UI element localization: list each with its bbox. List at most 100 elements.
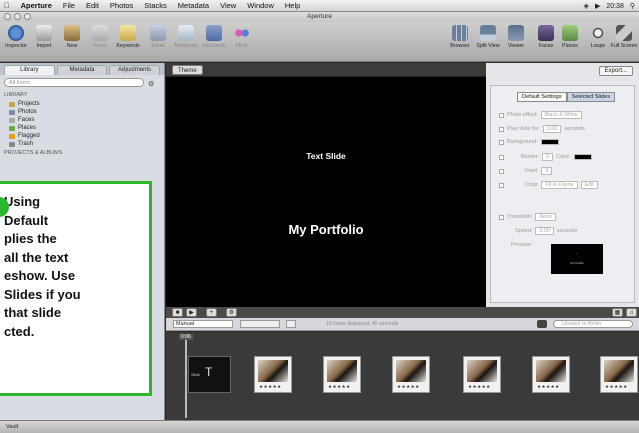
volume-icon[interactable]: ▶ xyxy=(595,2,600,10)
speed-field[interactable]: 3.00 xyxy=(535,227,554,235)
inset-checkbox[interactable] xyxy=(499,168,504,174)
flickr-icon xyxy=(234,25,250,41)
crop-edit-button[interactable]: Edit xyxy=(580,181,598,189)
text-slide-caption: Slide xyxy=(191,372,200,377)
menu-metadata[interactable]: Metadata xyxy=(178,1,209,10)
places-button[interactable]: Places xyxy=(557,25,583,49)
keywords-button[interactable]: Keywords xyxy=(115,25,141,49)
library-search-input[interactable]: All Items xyxy=(4,78,144,87)
email-button[interactable]: Email xyxy=(145,25,171,49)
play-icon[interactable]: ▶ xyxy=(186,308,197,317)
projects-section-header[interactable]: PROJECTS & ALBUMS xyxy=(0,148,164,158)
crop-checkbox[interactable] xyxy=(499,182,504,188)
border-field[interactable]: 0 xyxy=(542,153,553,161)
export-button[interactable]: Export... xyxy=(598,66,633,76)
tab-metadata[interactable]: Metadata xyxy=(56,65,108,75)
photo-thumbnail[interactable]: ★★★★★ xyxy=(532,356,570,393)
browser-view-icon[interactable]: ▦ xyxy=(612,308,623,317)
photo-thumbnail[interactable]: ★★★★★ xyxy=(392,356,430,393)
wifi-icon[interactable]: ◈ xyxy=(584,2,589,10)
library-item-places[interactable]: Places xyxy=(0,124,164,132)
background-checkbox[interactable] xyxy=(499,139,504,145)
menu-file[interactable]: File xyxy=(63,1,75,10)
viewer-button[interactable]: Viewer xyxy=(503,25,529,49)
rating-stars: ★★★★★ xyxy=(259,384,282,389)
filter-icon[interactable] xyxy=(537,320,547,328)
slideshow-viewer: Theme Text Slide My Portfolio xyxy=(166,63,486,307)
tab-adjustments[interactable]: Adjustments xyxy=(109,65,161,75)
photo-thumbnail[interactable]: ★★★★★ xyxy=(254,356,292,393)
full-screen-button[interactable]: Full Screen xyxy=(610,25,638,49)
clock[interactable]: 20:38 xyxy=(606,3,624,10)
spotlight-icon[interactable]: ⚲ xyxy=(630,2,635,10)
playhead[interactable] xyxy=(185,335,187,418)
inspector-button[interactable]: Inspector xyxy=(3,25,29,49)
photo-thumbnail[interactable]: ★★★★★ xyxy=(463,356,501,393)
play-slide-checkbox[interactable] xyxy=(499,126,504,132)
music-icon[interactable]: ♫ xyxy=(626,308,637,317)
facebook-button[interactable]: Facebook xyxy=(201,25,227,49)
minimize-window-button[interactable] xyxy=(14,13,21,20)
apple-menu-icon[interactable]:  xyxy=(4,1,10,10)
vault-label: Vault xyxy=(6,424,19,430)
library-item-projects[interactable]: Projects xyxy=(0,100,164,108)
transition-checkbox[interactable] xyxy=(499,214,504,220)
close-window-button[interactable] xyxy=(4,13,11,20)
faces-button[interactable]: Faces xyxy=(533,25,559,49)
preview-dot: • xyxy=(576,252,578,255)
border-color-well[interactable] xyxy=(573,154,592,160)
default-settings-tab[interactable]: Default Settings xyxy=(517,92,567,102)
new-button[interactable]: New xyxy=(59,25,85,49)
library-section-header[interactable]: LIBRARY xyxy=(0,90,164,100)
loupe-button[interactable]: Loupe xyxy=(585,25,611,49)
library-item-photos[interactable]: Photos xyxy=(0,108,164,116)
flickr-button[interactable]: Flickr xyxy=(229,25,255,49)
border-checkbox[interactable] xyxy=(499,154,504,160)
email-icon xyxy=(150,25,166,41)
transition-select[interactable]: None xyxy=(535,213,557,221)
preview-row: Preview: xyxy=(511,242,533,248)
zoom-window-button[interactable] xyxy=(24,13,31,20)
gear-icon[interactable]: ⚙ xyxy=(148,80,154,88)
text-slide-glyph: T xyxy=(205,365,213,379)
photo-image xyxy=(467,360,497,382)
text-slide-thumbnail[interactable]: T Slide xyxy=(188,356,231,393)
item-count: 10 items displayed, 45 seconds xyxy=(326,321,399,327)
status-bar: Vault xyxy=(0,420,639,433)
selected-slides-tab[interactable]: Selected Slides xyxy=(566,92,616,102)
menu-stacks[interactable]: Stacks xyxy=(144,1,167,10)
tab-library[interactable]: Library xyxy=(4,65,55,75)
menu-photos[interactable]: Photos xyxy=(110,1,133,10)
inset-field[interactable]: 0 xyxy=(541,167,553,175)
menu-window[interactable]: Window xyxy=(247,1,274,10)
photo-effect-select[interactable]: Black & White xyxy=(540,111,582,119)
library-item-faces[interactable]: Faces xyxy=(0,116,164,124)
play-slide-field[interactable]: 3.00 xyxy=(543,125,562,133)
photo-thumbnail[interactable]: ★★★★★ xyxy=(600,356,638,393)
mobileme-button[interactable]: Mobileme xyxy=(173,25,199,49)
menu-app-name[interactable]: Aperture xyxy=(21,1,52,10)
slide-title: My Portfolio xyxy=(288,222,364,237)
split-view-button[interactable]: Split View xyxy=(475,25,501,49)
photo-effect-checkbox[interactable] xyxy=(499,112,504,118)
view-mode-buttons[interactable] xyxy=(240,320,280,328)
photo-image xyxy=(396,360,426,382)
library-item-flagged[interactable]: Flagged xyxy=(0,132,164,140)
menu-edit[interactable]: Edit xyxy=(86,1,99,10)
crop-select[interactable]: Fit in Frame xyxy=(541,181,578,189)
library-item-trash[interactable]: Trash xyxy=(0,140,164,148)
manual-select[interactable]: Manual xyxy=(173,320,233,328)
flens-button[interactable]: Flens xyxy=(87,25,113,49)
background-color-well[interactable] xyxy=(540,139,559,145)
browser-button[interactable]: Browser xyxy=(447,25,473,49)
add-slide-icon[interactable]: + xyxy=(206,308,217,317)
theme-button[interactable]: Theme xyxy=(172,65,203,75)
settings-icon[interactable]: ⚙ xyxy=(226,308,237,317)
import-button[interactable]: Import xyxy=(31,25,57,49)
menu-view[interactable]: View xyxy=(220,1,236,10)
photo-thumbnail[interactable]: ★★★★★ xyxy=(323,356,361,393)
sort-icon[interactable] xyxy=(286,320,296,328)
filmstrip-search-input[interactable]: Unrated or Better xyxy=(553,320,633,328)
stop-icon[interactable]: ■ xyxy=(172,308,183,317)
menu-help[interactable]: Help xyxy=(285,1,300,10)
